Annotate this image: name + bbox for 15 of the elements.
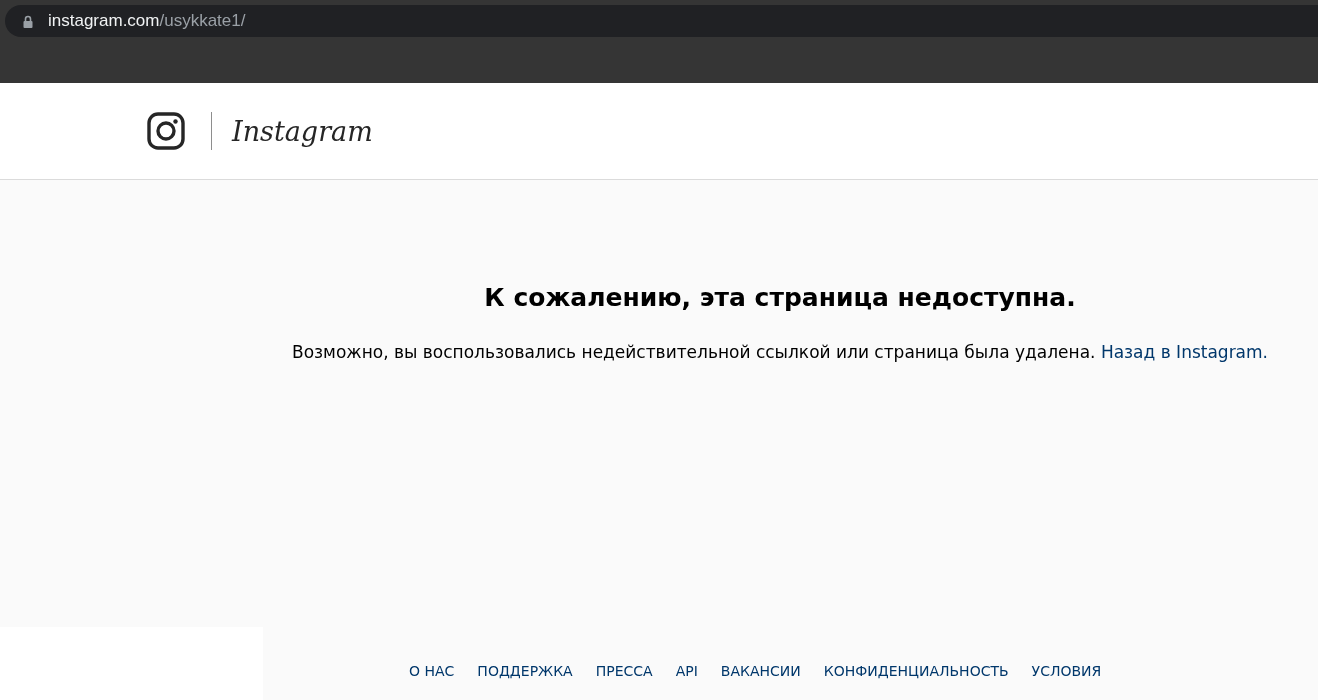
footer-link[interactable]: ПОДДЕРЖКА	[477, 663, 573, 679]
footer-link[interactable]: О НАС	[409, 663, 455, 679]
error-title: К сожалению, эта страница недоступна.	[483, 283, 1077, 312]
camera-icon[interactable]	[147, 112, 185, 150]
address-bar[interactable]: instagram.com/usykkate1/	[5, 5, 1318, 37]
footer-link[interactable]: ВАКАНСИИ	[720, 663, 801, 679]
error-message: Возможно, вы воспользовались недействительной ссылкой или страница была удалена. Назад в Instagram.	[291, 342, 1269, 362]
url-text: instagram.com/usykkate1/	[48, 11, 246, 31]
footer-link[interactable]: КОНФИДЕНЦИАЛЬНОСТЬ	[823, 663, 1009, 679]
footer-link[interactable]: УСЛОВИЯ	[1031, 663, 1102, 679]
logo-wordmark[interactable]: Instagram	[232, 115, 373, 147]
back-link[interactable]: Назад в Instagram.	[1100, 342, 1268, 362]
lock-icon	[23, 14, 33, 28]
footer-link[interactable]: API	[675, 663, 698, 679]
footer-link[interactable]: ПРЕССА	[595, 663, 653, 679]
